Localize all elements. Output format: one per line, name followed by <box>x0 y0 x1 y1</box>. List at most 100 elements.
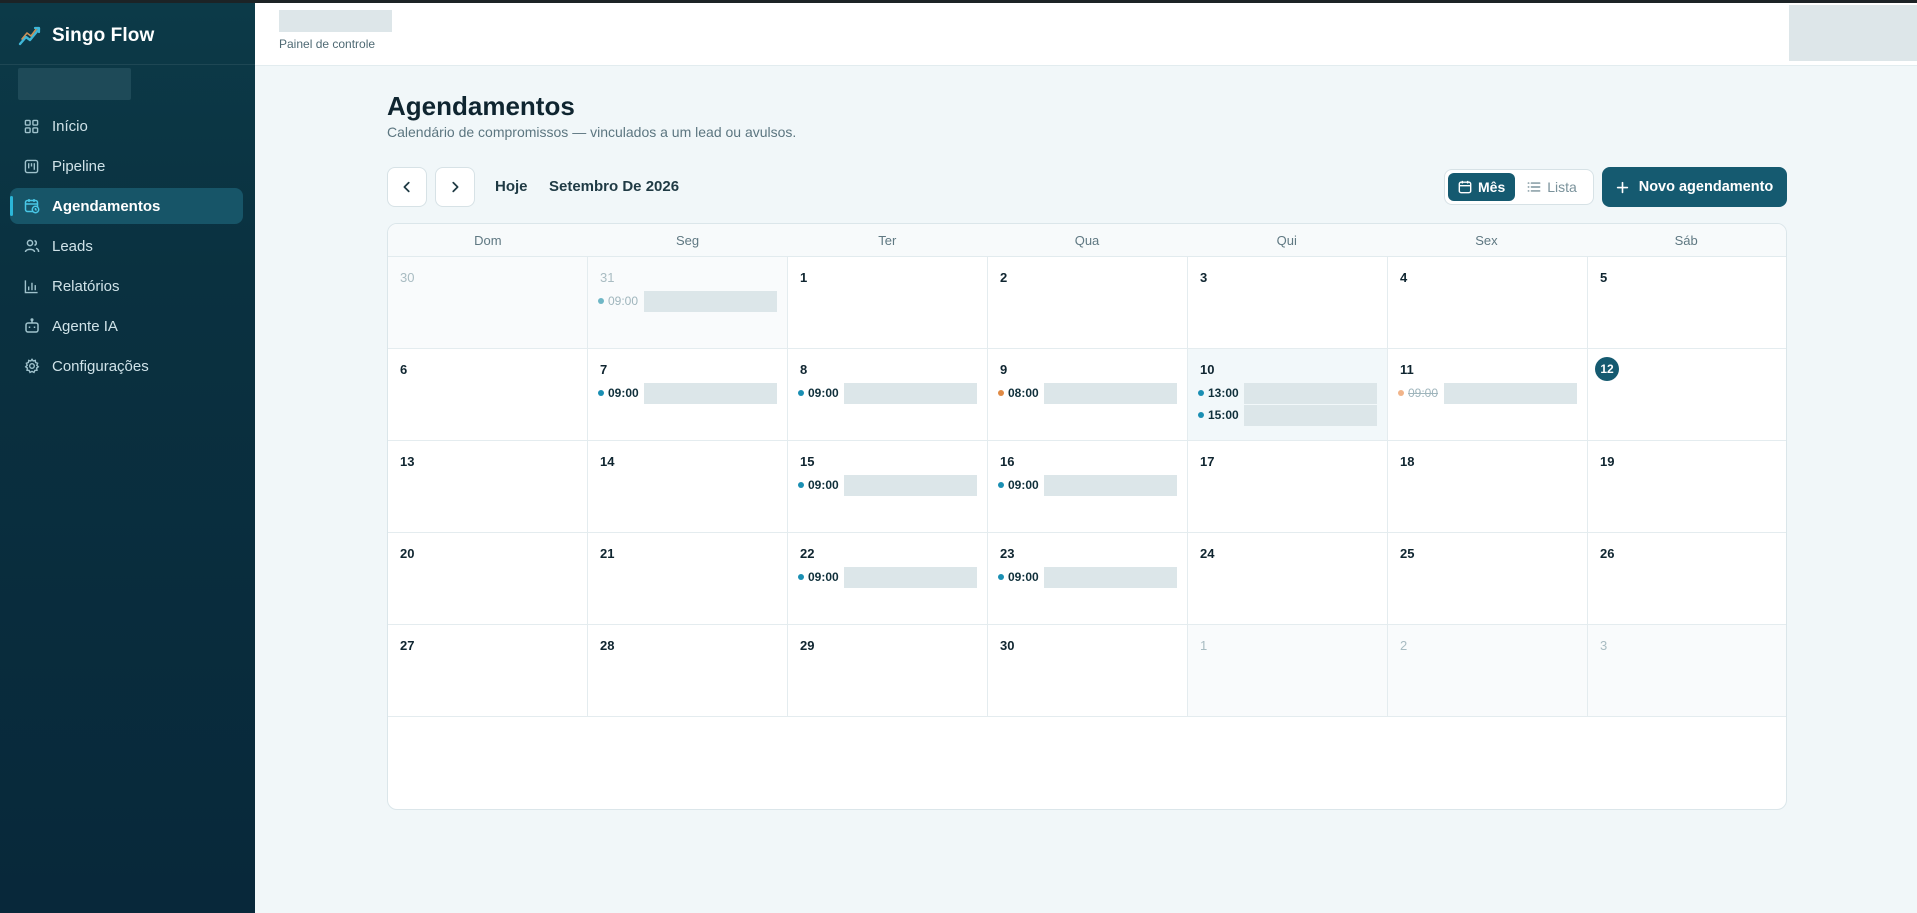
user-menu-placeholder[interactable] <box>1789 5 1917 61</box>
calendar-day-cell[interactable]: 6 <box>388 349 588 441</box>
calendar-day-cell[interactable]: 23 09:00 <box>988 533 1188 625</box>
sidebar-item-agente-ia[interactable]: Agente IA <box>10 308 243 344</box>
calendar-day-cell[interactable]: 26 <box>1588 533 1786 625</box>
calendar-day-cell[interactable]: 2 <box>1388 625 1588 717</box>
calendar-day-cell[interactable]: 30 <box>388 257 588 349</box>
appointment-chip[interactable]: 09:00 <box>998 474 1177 496</box>
sidebar-item-label: Leads <box>52 237 93 255</box>
day-number: 28 <box>600 637 615 653</box>
day-number: 19 <box>1600 453 1615 469</box>
weekday-label: Dom <box>474 232 502 248</box>
weekday-header: Dom Seg Ter Qua Qui Sex Sáb <box>388 224 1786 257</box>
day-number: 3 <box>1600 637 1608 653</box>
day-number: 6 <box>400 361 408 377</box>
appointment-chip[interactable]: 15:00 <box>1198 404 1377 426</box>
calendar-day-cell[interactable]: 22 09:00 <box>788 533 988 625</box>
day-number: 1 <box>1200 637 1208 653</box>
calendar-day-cell[interactable]: 12 <box>1588 349 1786 441</box>
day-number: 3 <box>1200 269 1208 285</box>
users-icon <box>23 238 40 255</box>
appointment-time: 15:00 <box>1208 408 1239 422</box>
new-appointment-button[interactable]: Novo agendamento <box>1602 167 1787 207</box>
calendar-day-cell[interactable]: 19 <box>1588 441 1786 533</box>
calendar-day-cell[interactable]: 16 09:00 <box>988 441 1188 533</box>
calendar-day-cell[interactable]: 2 <box>988 257 1188 349</box>
calendar-day-cell[interactable]: 24 <box>1188 533 1388 625</box>
calendar-clock-icon <box>23 198 40 215</box>
appointment-title-placeholder <box>1244 404 1377 426</box>
appointment-chip[interactable]: 09:00 <box>798 382 977 404</box>
calendar-day-cell[interactable]: 18 <box>1388 441 1588 533</box>
calendar-day-cell[interactable]: 8 09:00 <box>788 349 988 441</box>
view-month-button[interactable]: Mês <box>1448 173 1516 201</box>
calendar-day-cell[interactable]: 27 <box>388 625 588 717</box>
page-subtitle: Calendário de compromissos — vinculados … <box>387 124 797 140</box>
workspace-placeholder[interactable] <box>18 68 131 100</box>
appointment-chip[interactable]: 13:00 <box>1198 382 1377 404</box>
calendar-day-cell[interactable]: 28 <box>588 625 788 717</box>
appointment-chip[interactable]: 09:00 <box>598 382 777 404</box>
day-number: 7 <box>600 361 608 377</box>
app-name: Singo Flow <box>52 25 155 46</box>
calendar-day-cell[interactable]: 14 <box>588 441 788 533</box>
appointment-title-placeholder <box>844 474 977 496</box>
sidebar-item-pipeline[interactable]: Pipeline <box>10 148 243 184</box>
calendar-day-cell[interactable]: 1 <box>1188 625 1388 717</box>
calendar-day-cell[interactable]: 3 <box>1588 625 1786 717</box>
calendar-day-cell[interactable]: 9 08:00 <box>988 349 1188 441</box>
calendar-day-cell[interactable]: 31 09:00 <box>588 257 788 349</box>
calendar-day-cell[interactable]: 4 <box>1388 257 1588 349</box>
day-number: 4 <box>1400 269 1408 285</box>
calendar-day-cell[interactable]: 17 <box>1188 441 1388 533</box>
sidebar-item-relatorios[interactable]: Relatórios <box>10 268 243 304</box>
calendar-day-cell[interactable]: 7 09:00 <box>588 349 788 441</box>
calendar-day-cell[interactable]: 11 09:00 <box>1388 349 1588 441</box>
calendar-day-cell[interactable]: 25 <box>1388 533 1588 625</box>
day-number: 31 <box>600 269 615 285</box>
today-button[interactable]: Hoje <box>495 178 528 195</box>
appointment-chip[interactable]: 09:00 <box>798 474 977 496</box>
calendar-day-cell[interactable]: 29 <box>788 625 988 717</box>
status-dot <box>998 482 1004 488</box>
sidebar-item-leads[interactable]: Leads <box>10 228 243 264</box>
calendar-day-cell[interactable]: 1 <box>788 257 988 349</box>
sidebar-item-inicio[interactable]: Início <box>10 108 243 144</box>
bar-chart-icon <box>23 278 40 295</box>
appointment-time: 08:00 <box>1008 386 1039 400</box>
appointment-chip[interactable]: 09:00 <box>598 290 777 312</box>
calendar-day-cell[interactable]: 5 <box>1588 257 1786 349</box>
status-dot <box>1398 390 1404 396</box>
sidebar-item-agendamentos[interactable]: Agendamentos <box>10 188 243 224</box>
calendar-day-cell[interactable]: 13 <box>388 441 588 533</box>
day-number: 30 <box>1000 637 1015 653</box>
calendar-day-cell[interactable]: 3 <box>1188 257 1388 349</box>
day-number: 2 <box>1400 637 1408 653</box>
day-number: 29 <box>800 637 815 653</box>
calendar-day-cell[interactable]: 15 09:00 <box>788 441 988 533</box>
brand[interactable]: Singo Flow <box>18 22 154 50</box>
appointment-chip[interactable]: 09:00 <box>1398 382 1577 404</box>
page-title: Agendamentos <box>387 91 575 121</box>
appointment-title-placeholder <box>1044 382 1177 404</box>
list-icon <box>1527 182 1541 192</box>
appointment-chip[interactable]: 09:00 <box>998 566 1177 588</box>
view-list-button[interactable]: Lista <box>1517 173 1587 201</box>
appointment-time: 09:00 <box>1008 570 1039 584</box>
sidebar-item-label: Relatórios <box>52 277 120 295</box>
sidebar-item-configuracoes[interactable]: Configurações <box>10 348 243 384</box>
appointment-chip[interactable]: 08:00 <box>998 382 1177 404</box>
calendar-day-cell[interactable]: 21 <box>588 533 788 625</box>
calendar-day-cell[interactable]: 30 <box>988 625 1188 717</box>
day-number: 26 <box>1600 545 1615 561</box>
appointment-title-placeholder <box>1044 474 1177 496</box>
day-number: 11 <box>1400 361 1414 377</box>
sidebar-item-label: Pipeline <box>52 157 106 175</box>
next-month-button[interactable] <box>435 167 475 207</box>
prev-month-button[interactable] <box>387 167 427 207</box>
calendar-day-cell[interactable]: 10 13:00 15:00 <box>1188 349 1388 441</box>
appointment-chip[interactable]: 09:00 <box>798 566 977 588</box>
month-calendar: Dom Seg Ter Qua Qui Sex Sáb 30 31 09:00 1 2 3… <box>387 223 1787 810</box>
calendar-day-cell[interactable]: 20 <box>388 533 588 625</box>
day-number: 25 <box>1400 545 1415 561</box>
appointment-time: 09:00 <box>608 294 639 308</box>
